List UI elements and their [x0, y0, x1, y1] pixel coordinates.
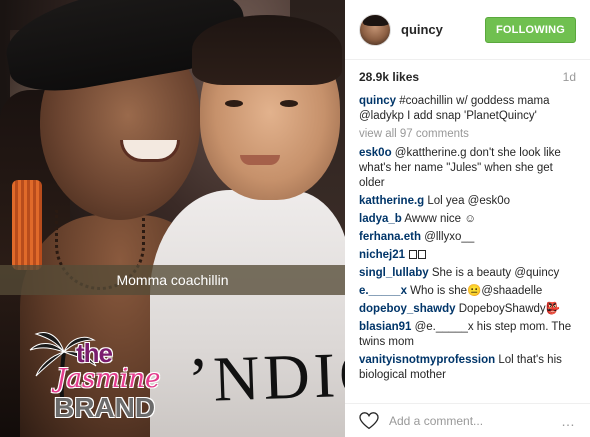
watermark-jasmine: Jasmine [56, 364, 161, 394]
list-item: nichej21 [359, 248, 576, 263]
comment-username[interactable]: ladya_b [359, 213, 402, 225]
watermark-logo: the Jasmine BRAND [28, 330, 178, 430]
more-options-icon[interactable]: … [561, 413, 576, 429]
likes-count[interactable]: 28.9k likes [359, 70, 419, 84]
list-item: dopeboy_shawdy DopeboyShawdy👺 [359, 302, 576, 317]
caption-username[interactable]: quincy [359, 95, 396, 107]
watermark-brand: BRAND [54, 392, 156, 423]
shirt-lettering: ’NDIO [186, 337, 345, 416]
list-item: blasian91 @e._____x his step mom. The tw… [359, 320, 576, 350]
post-age: 1d [562, 70, 576, 84]
heart-icon[interactable] [359, 411, 379, 430]
box-emoji-icon [409, 250, 418, 259]
following-button[interactable]: FOLLOWING [484, 16, 576, 43]
snapchat-caption-band: Momma coachillin [0, 265, 345, 295]
comment-username[interactable]: ferhana.eth [359, 231, 421, 243]
view-all-comments-link[interactable]: view all 97 comments [359, 127, 576, 142]
comment-text: DopeboyShawdy👺 [455, 303, 560, 315]
man-mouth [240, 155, 280, 165]
comment-username[interactable]: kattherine.g [359, 195, 424, 207]
comment-text: @lllyxo__ [421, 231, 475, 243]
list-item: kattherine.g Lol yea @esk0o [359, 194, 576, 209]
comment-username[interactable]: nichej21 [359, 249, 405, 261]
list-item: ferhana.eth @lllyxo__ [359, 230, 576, 245]
man-right-eye [280, 100, 298, 107]
comment-username[interactable]: e._____x [359, 285, 407, 297]
snapchat-caption: Momma coachillin [116, 272, 229, 288]
comment-username[interactable]: vanityisnotmyprofession [359, 354, 495, 366]
comment-username[interactable]: blasian91 [359, 321, 411, 333]
post-header: quincy FOLLOWING [345, 0, 590, 60]
comment-text: She is a beauty @quincy [428, 267, 560, 279]
man-hair [192, 15, 342, 85]
orange-fringe [12, 180, 42, 270]
comments-list: quincy #coachillin w/ goddess mama @lady… [345, 94, 590, 383]
list-item: e._____x Who is she😐@shaadelle [359, 284, 576, 299]
comment-footer: Add a comment... … [345, 403, 590, 437]
comment-username[interactable]: esk0o [359, 147, 392, 159]
caption: quincy #coachillin w/ goddess mama @lady… [359, 94, 576, 124]
list-item: ladya_b Awww nice ☺ [359, 212, 576, 227]
add-comment-input[interactable]: Add a comment... [389, 414, 483, 428]
list-item: esk0o @kattherine.g don't she look like … [359, 146, 576, 191]
box-emoji-icon [418, 250, 427, 259]
list-item: vanityisnotmyprofession Lol that's his b… [359, 353, 576, 383]
post-sidebar: quincy FOLLOWING 28.9k likes 1d quincy #… [345, 0, 590, 437]
avatar[interactable] [359, 13, 391, 46]
man-left-eye [225, 100, 243, 107]
post-stats: 28.9k likes 1d [345, 60, 590, 94]
list-item: singl_lullaby She is a beauty @quincy [359, 266, 576, 281]
comment-username[interactable]: dopeboy_shawdy [359, 303, 456, 315]
comment-text: Lol yea @esk0o [424, 195, 511, 207]
post-photo[interactable]: Momma coachillin ’NDIO the Jasmine BRAND [0, 0, 345, 437]
comment-text [405, 249, 408, 261]
comment-text: Who is she😐@shaadelle [406, 285, 543, 297]
comment-username[interactable]: singl_lullaby [359, 267, 429, 279]
comment-text: Awww nice ☺ [401, 213, 476, 225]
username-link[interactable]: quincy [401, 22, 443, 37]
